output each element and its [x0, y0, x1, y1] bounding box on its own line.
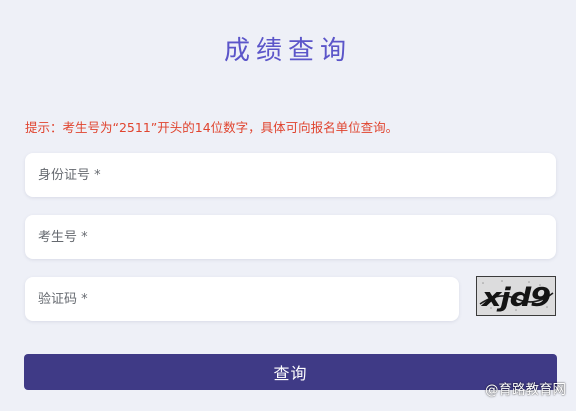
submit-button[interactable]: 查询 [24, 354, 557, 390]
exam-number-input[interactable] [25, 215, 556, 259]
captcha-graphic: xjd9 [477, 277, 555, 315]
hint-text: 提示：考生号为“2511”开头的14位数字，具体可向报名单位查询。 [25, 120, 399, 135]
id-card-input[interactable] [25, 153, 556, 197]
captcha-input[interactable] [25, 277, 459, 321]
captcha-image[interactable]: xjd9 [476, 276, 556, 316]
captcha-text: xjd9 [480, 283, 550, 313]
page-title: 成绩查询 [223, 36, 352, 66]
watermark: @育路教育网 [485, 382, 566, 398]
